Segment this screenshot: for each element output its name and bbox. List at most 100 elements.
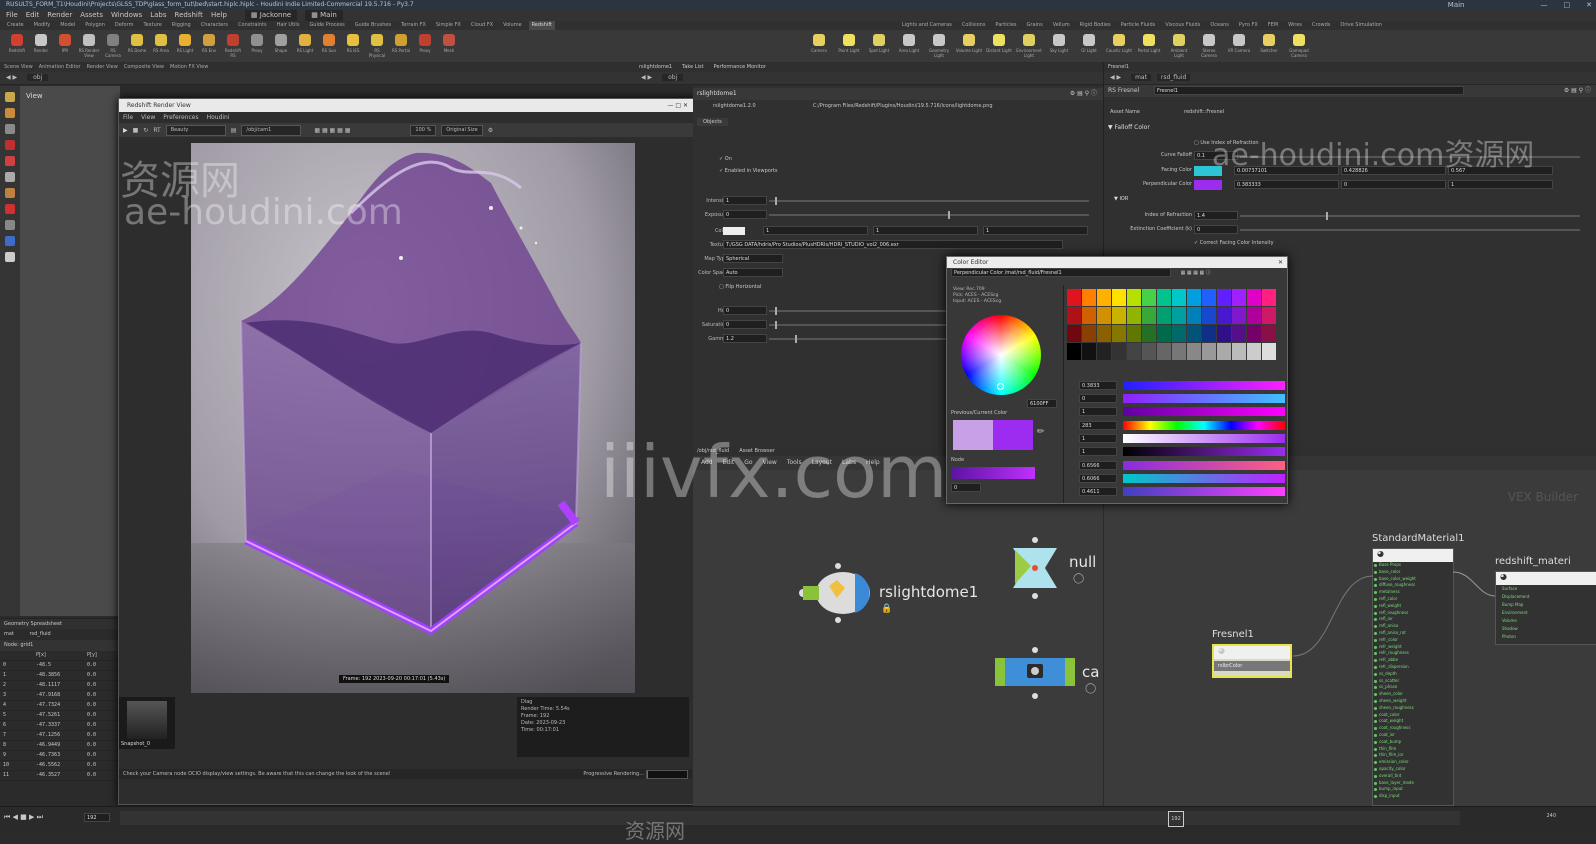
light-tool-icon[interactable] [5, 188, 15, 198]
right-shelf-tool[interactable]: Volume Light [955, 32, 983, 60]
param-field[interactable]: 1 [723, 196, 767, 205]
palette-swatch[interactable] [1217, 343, 1231, 360]
param-slider[interactable] [769, 200, 1089, 202]
shelf-tool[interactable]: RS Light [174, 32, 196, 60]
timeline-marker[interactable]: 192 [1168, 811, 1184, 827]
rslightdome1-node[interactable] [793, 558, 878, 628]
spreadsheet-path-b[interactable]: rsd_fluid [30, 631, 51, 637]
param-checkbox[interactable]: ✓ Enabled in Viewports [719, 166, 777, 176]
color-wheel[interactable] [961, 315, 1041, 395]
palette-swatch[interactable] [1112, 307, 1126, 324]
shelf-tab[interactable]: Terrain FX [398, 21, 429, 30]
param-field[interactable]: Spherical [723, 254, 783, 263]
color-editor-path[interactable]: Perpendicular Color /mat/rsd_fluid/Fresn… [951, 268, 1171, 277]
color-slider-bar[interactable] [1123, 461, 1285, 470]
left-pane-tab[interactable]: Animation Editor [39, 62, 81, 72]
rv-menu-houdini[interactable]: Houdini [207, 112, 230, 123]
param-color-field[interactable]: 1 [873, 226, 978, 235]
shelf-tab[interactable]: Rigging [169, 21, 194, 30]
param-field[interactable]: 1.2 [723, 334, 767, 343]
left-pane-tab[interactable]: Render View [87, 62, 118, 72]
node-input-port[interactable]: Surface [1496, 585, 1596, 593]
palette-swatch[interactable] [1232, 325, 1246, 342]
correct-facing-checkbox[interactable]: ✓ Correct Facing Color Intensity [1194, 240, 1274, 246]
transform-tool-icon[interactable] [5, 108, 15, 118]
desk-selector-2[interactable]: ▦ Main [305, 10, 343, 21]
color-value-field[interactable]: 1 [1079, 407, 1117, 416]
param-node-name[interactable]: rslightdome1 [697, 90, 737, 97]
perp-color-swatch[interactable] [1194, 180, 1222, 190]
color-value-field[interactable]: 0.3833 [1079, 381, 1117, 390]
menu-file[interactable]: File [6, 10, 18, 21]
menu-labs[interactable]: Labs [150, 10, 166, 21]
right-shelf-tool[interactable]: Spot Light [865, 32, 893, 60]
color-slider-bar[interactable] [1123, 487, 1285, 496]
palette-swatch[interactable] [1127, 289, 1141, 306]
node-input-port[interactable]: overall_tint [1373, 773, 1453, 780]
node-value-field[interactable]: 0 [951, 483, 981, 492]
node-input-port[interactable]: coat_weight [1373, 718, 1453, 725]
shelf-tool[interactable]: RS IES [342, 32, 364, 60]
palette-swatch[interactable] [1082, 343, 1096, 360]
color-slider-bar[interactable] [1123, 421, 1285, 430]
color-slider-bar[interactable] [1123, 381, 1285, 390]
param-field[interactable]: 0 [723, 320, 767, 329]
palette-swatch[interactable] [1097, 325, 1111, 342]
color-value-field[interactable]: 0.6566 [1079, 461, 1117, 470]
desk-selector[interactable]: ▦ Jackonne [244, 10, 298, 21]
right-shelf-tool[interactable]: Caustic Light [1105, 32, 1133, 60]
menu-redshift[interactable]: Redshift [175, 10, 203, 21]
shelf-tool[interactable]: RS Portal [390, 32, 412, 60]
eyedropper-icon[interactable]: ✏ [1037, 427, 1045, 437]
menu-help[interactable]: Help [211, 10, 227, 21]
right-shelf-tool[interactable]: Area Light [895, 32, 923, 60]
right-shelf-tool[interactable]: Gamepad Camera [1285, 32, 1313, 60]
fresnel-output-port[interactable]: rslbrColor [1214, 661, 1290, 671]
ior-section[interactable]: ▼ IOR [1114, 196, 1128, 202]
right-shelf-tab[interactable]: Grains [1024, 21, 1046, 30]
shelf-tool[interactable]: RS Sun [318, 32, 340, 60]
palette-swatch[interactable] [1262, 289, 1276, 306]
network-menu-item[interactable]: Tools [787, 456, 802, 470]
palette-swatch[interactable] [1127, 325, 1141, 342]
node-input-port[interactable]: thin_film [1373, 746, 1453, 753]
shelf-tool[interactable]: RS Physical [366, 32, 388, 60]
shelf-tab[interactable]: Model [57, 21, 78, 30]
shelf-tool[interactable]: Redshift RS [222, 32, 244, 60]
menu-assets[interactable]: Assets [80, 10, 103, 21]
left-pane-tab[interactable]: Composite View [124, 62, 164, 72]
palette-swatch[interactable] [1157, 307, 1171, 324]
node-input-port[interactable]: disp_input [1373, 793, 1453, 800]
shelf-tab[interactable]: Guide Brushes [352, 21, 394, 30]
network-menu-item[interactable]: Help [866, 456, 880, 470]
palette-swatch[interactable] [1112, 289, 1126, 306]
cam-node[interactable] [993, 646, 1078, 701]
right-shelf-tool[interactable]: Camera [805, 32, 833, 60]
node-input-port[interactable]: Bump Map [1496, 601, 1596, 609]
node-input-port[interactable]: bump_input [1373, 786, 1453, 793]
render-image[interactable] [191, 143, 635, 693]
desktop-selector[interactable]: Main [1442, 0, 1465, 10]
palette-swatch[interactable] [1097, 307, 1111, 324]
param-color-field[interactable]: 1 [983, 226, 1088, 235]
right-shelf-tab[interactable]: FEM [1265, 21, 1281, 30]
node-input-port[interactable]: Displacement [1496, 593, 1596, 601]
color-editor-titlebar[interactable]: Color Editor ✕ [947, 257, 1287, 268]
node-input-port[interactable]: emission_color [1373, 759, 1453, 766]
palette-swatch[interactable] [1127, 343, 1141, 360]
color-editor-close-icon[interactable]: ✕ [1278, 257, 1283, 268]
shelf-tool[interactable]: Redshift [6, 32, 28, 60]
shelf-tool[interactable]: Render [30, 32, 52, 60]
path-obj[interactable]: obj [27, 74, 49, 81]
scene-viewport[interactable]: View [20, 86, 120, 616]
palette-swatch[interactable] [1262, 343, 1276, 360]
net-tab-rsd[interactable]: /obj/rsd_fluid [697, 446, 729, 456]
param-color-field[interactable]: 1 [763, 226, 868, 235]
palette-swatch[interactable] [1172, 289, 1186, 306]
param-field[interactable]: Auto [723, 268, 783, 277]
node-input-port[interactable]: Environment [1496, 609, 1596, 617]
palette-swatch[interactable] [1067, 307, 1081, 324]
ior-slider-knob[interactable] [1326, 212, 1328, 220]
network-menu-item[interactable]: Labs [842, 456, 856, 470]
color-value-field[interactable]: 1 [1079, 434, 1117, 443]
